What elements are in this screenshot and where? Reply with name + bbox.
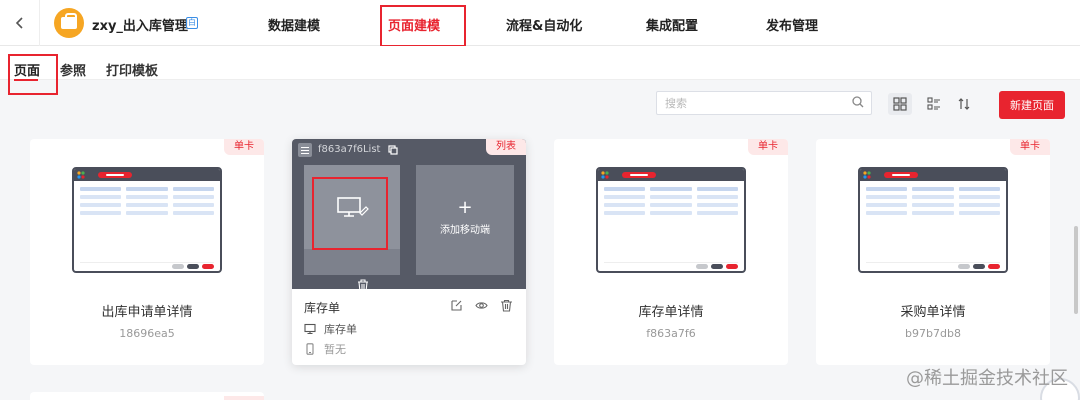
card-actions [450,299,513,312]
logo-dots-icon [77,171,85,179]
highlight-box-subtab [8,54,58,95]
page-preview [596,167,746,273]
page-card[interactable]: 单卡 库存单详情 f863a7f6 [554,139,788,365]
app-env-badge: 白 [186,17,198,29]
pc-page-info: 库存单 [304,321,357,337]
subtab-print-template[interactable]: 打印模板 [106,60,158,79]
edit-icon[interactable] [450,299,463,312]
eye-icon[interactable] [475,299,488,312]
top-bar: zxy_出入库管理 白 数据建模 页面建模 流程&自动化 集成配置 发布管理 [0,0,1080,46]
logo-dots-icon [863,171,871,179]
grid-icon [893,97,907,111]
nav-integration-config[interactable]: 集成配置 [646,15,698,34]
card-id: f863a7f6 [646,327,696,340]
search-box [656,91,872,115]
add-mobile-button[interactable]: + 添加移动端 [416,165,514,275]
page-preview [858,167,1008,273]
highlight-box-pc-slot [312,177,388,250]
sort-button[interactable] [952,93,976,115]
trash-icon[interactable] [357,279,369,293]
card-type-tag: 列表 [486,139,526,155]
search-input[interactable] [657,92,847,114]
card-type-tag: 单卡 [224,139,264,155]
logo-dots-icon [601,171,609,179]
mobile-page-info: 暂无 [304,341,346,357]
menu-icon[interactable] [298,143,312,157]
watermark: @稀土掘金技术社区 [906,368,1068,389]
page-preview [72,167,222,273]
card-title: 出库申请单详情 [101,305,193,320]
card-type-tag-partial [224,396,264,400]
trash-icon[interactable] [500,299,513,312]
card-type-tag: 单卡 [1010,139,1050,155]
highlight-box-nav [380,5,466,47]
card-type-tag: 单卡 [748,139,788,155]
page-card[interactable]: 单卡 采购单详情 b97b7db8 [816,139,1050,365]
sort-icon [958,98,970,110]
sub-tabs: 页面 参照 打印模板 [0,46,1080,81]
new-page-button[interactable]: 新建页面 [999,91,1065,119]
bag-icon [61,13,77,29]
page-card[interactable]: 单卡 出库申请单详情 18696ea5 [30,139,264,365]
nav-process-automation[interactable]: 流程&自动化 [506,15,582,34]
nav-release-management[interactable]: 发布管理 [766,15,818,34]
list-view-button[interactable] [922,93,946,115]
grid-view-button[interactable] [888,93,912,115]
nav-data-modeling[interactable]: 数据建模 [268,15,320,34]
subtab-reference[interactable]: 参照 [60,60,86,79]
plus-icon: + [457,197,473,218]
card-title: 库存单详情 [638,305,704,320]
scrollbar-thumb[interactable] [1074,226,1078,314]
app-title: zxy_出入库管理 [92,19,188,34]
mobile-page-name: 暂无 [324,343,346,356]
mobile-icon [306,343,314,355]
desktop-icon [304,323,316,335]
back-button[interactable] [0,0,40,46]
copy-icon[interactable] [388,145,398,155]
search-icon[interactable] [851,95,865,109]
page-card-hover[interactable]: f863a7f6List 列表 + 添加移动端 库存单 库存单 暂无 [292,139,526,365]
card-title: 采购单详情 [900,305,966,320]
page-code: f863a7f6List [318,144,381,155]
card-id: 18696ea5 [119,327,175,340]
pc-page-name: 库存单 [324,323,357,336]
card-title: 库存单 [304,301,341,315]
add-mobile-label: 添加移动端 [440,225,490,236]
card-id: b97b7db8 [905,327,961,340]
list-icon [927,97,940,110]
app-logo [54,8,84,38]
chevron-left-icon [15,17,23,29]
